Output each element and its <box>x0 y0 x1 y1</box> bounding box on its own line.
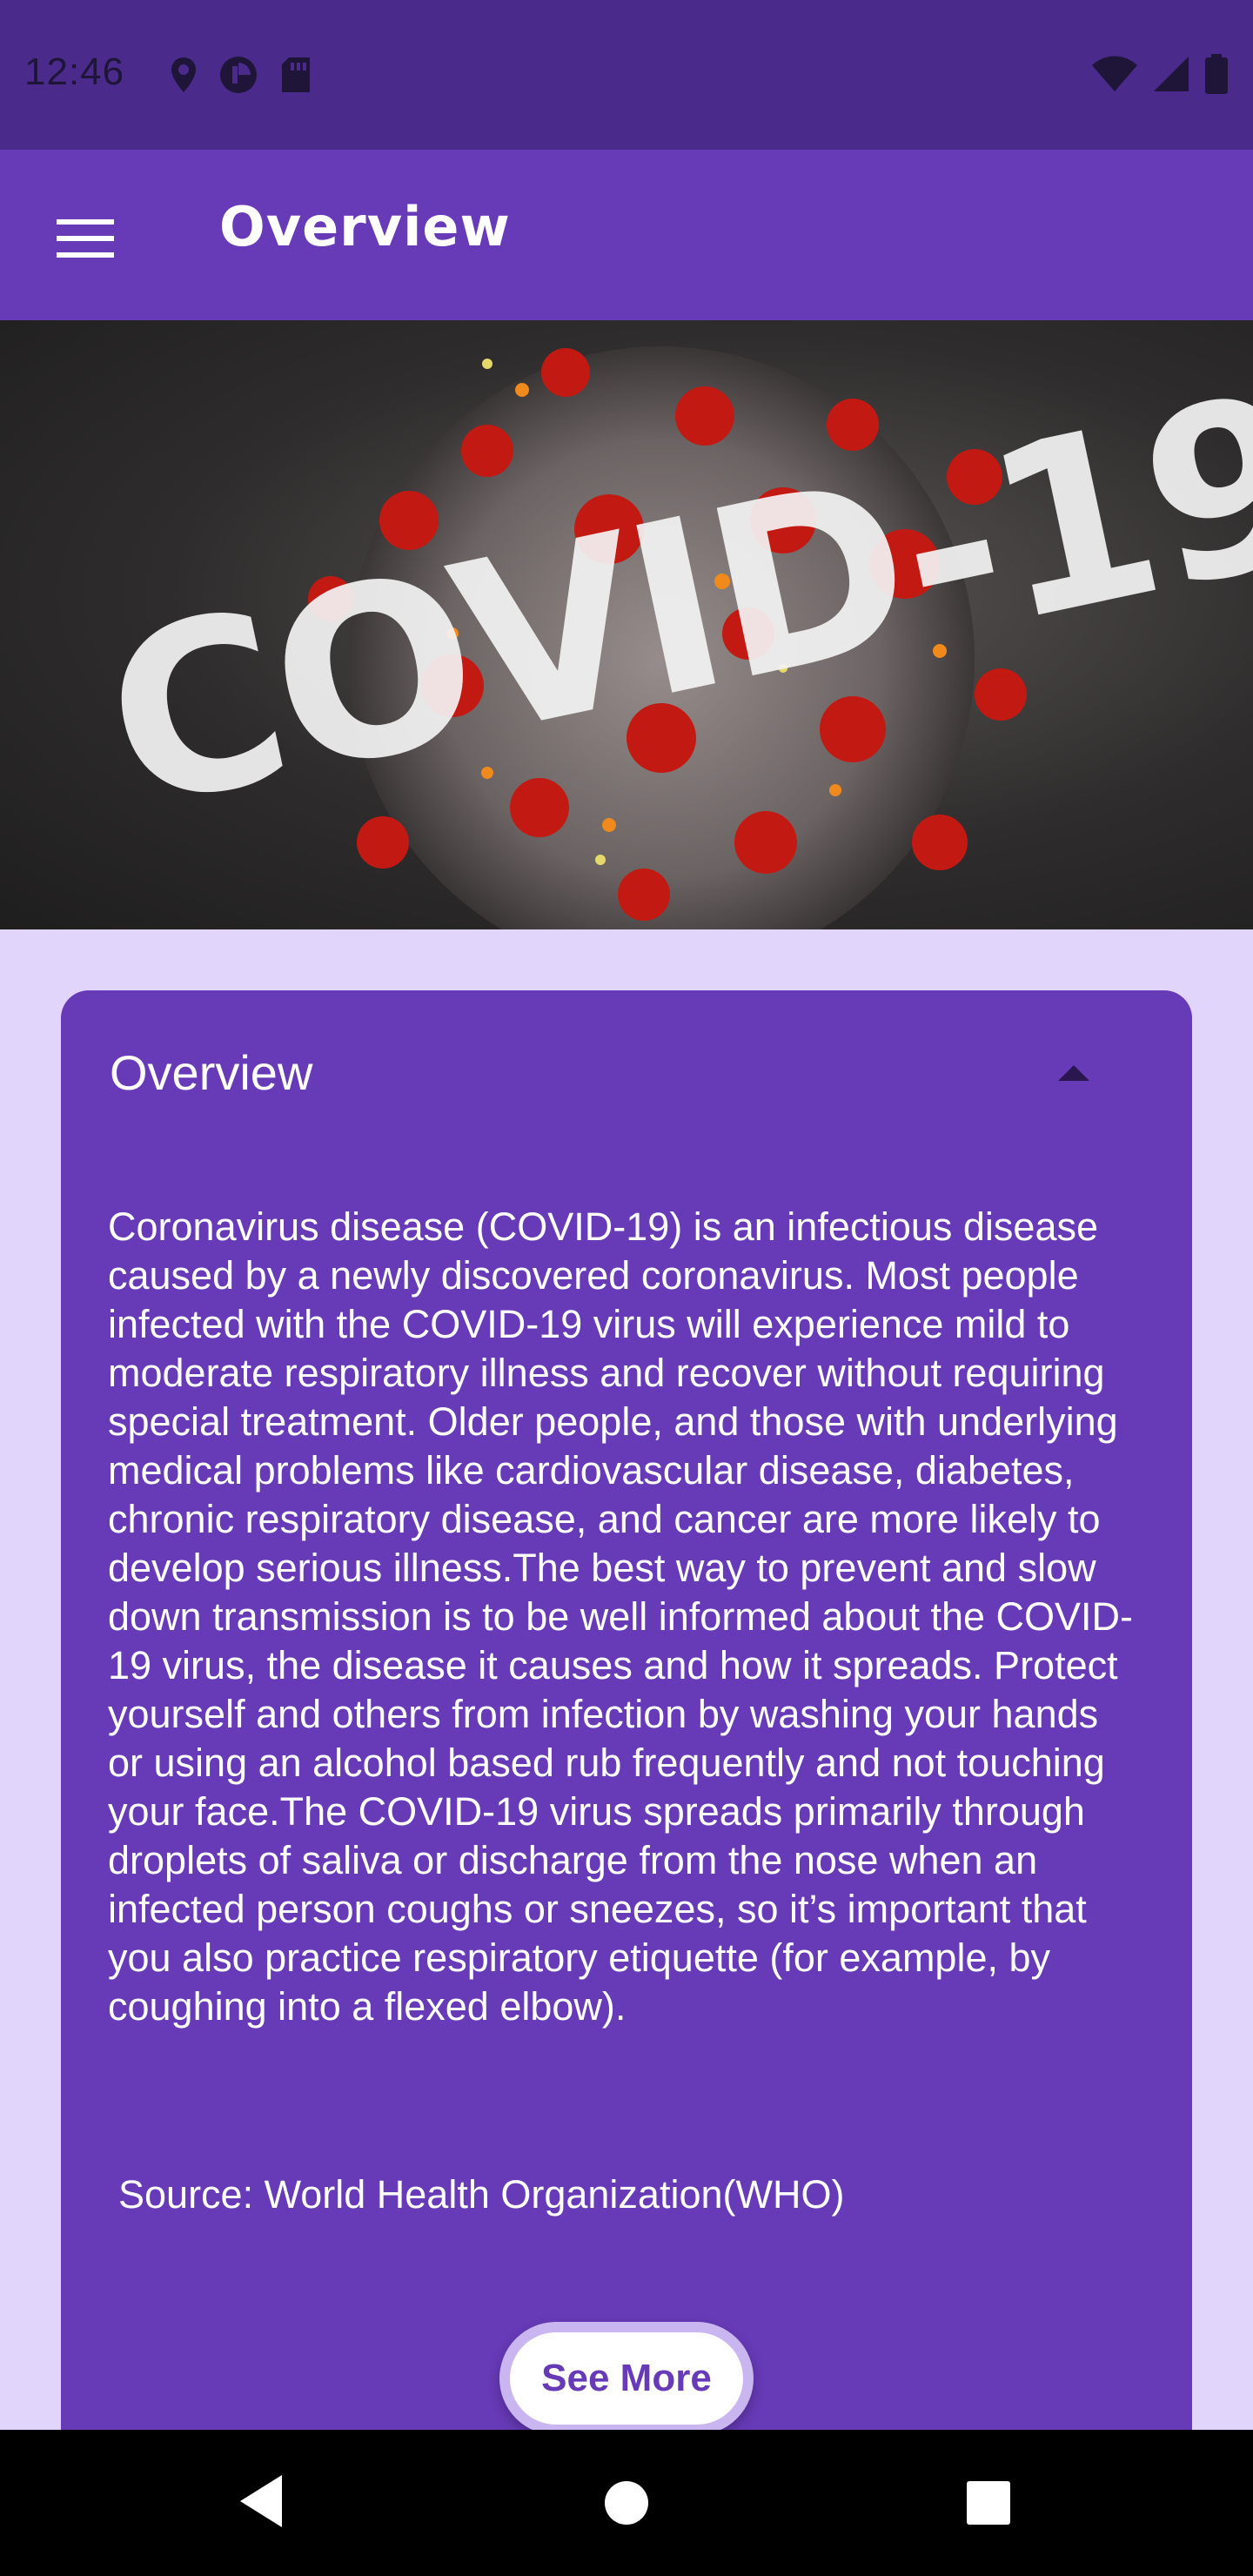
hamburger-menu-icon <box>57 218 114 262</box>
status-icons-right <box>1091 54 1229 98</box>
app-bar: Overview <box>0 150 1253 320</box>
back-button[interactable] <box>237 2473 285 2533</box>
overview-text: Coronavirus disease (COVID-19) is an inf… <box>108 1204 1134 2029</box>
hero-image: COVID-19 <box>0 320 1253 929</box>
source-text: Source: World Health Organization(WHO) <box>118 2172 845 2217</box>
status-bar: 12:46 <box>0 0 1253 150</box>
page-title: Overview <box>219 195 511 258</box>
home-button[interactable] <box>604 2480 649 2530</box>
battery-icon <box>1204 54 1229 98</box>
location-icon <box>169 56 198 98</box>
card-title: Overview <box>110 1045 313 1100</box>
home-icon <box>604 2481 649 2529</box>
see-more-label: See More <box>541 2357 712 2399</box>
back-icon <box>237 2475 285 2532</box>
status-time: 12:46 <box>24 50 125 93</box>
wifi-icon <box>1091 55 1138 97</box>
menu-button[interactable] <box>44 198 127 282</box>
data-saver-icon <box>218 54 259 100</box>
virus-illustration: COVID-19 <box>85 341 1253 929</box>
overview-card: Overview Coronavirus disease (COVID-19) … <box>61 990 1192 2576</box>
collapse-button[interactable] <box>1058 1063 1089 1085</box>
sd-card-icon <box>278 56 313 98</box>
navigation-bar <box>0 2430 1253 2576</box>
cell-signal-icon <box>1152 55 1190 97</box>
see-more-button[interactable]: See More <box>499 2322 754 2435</box>
chevron-up-icon <box>1058 1065 1089 1084</box>
recents-button[interactable] <box>966 2480 1011 2530</box>
recents-icon <box>966 2481 1011 2529</box>
status-icons-left <box>169 54 313 100</box>
